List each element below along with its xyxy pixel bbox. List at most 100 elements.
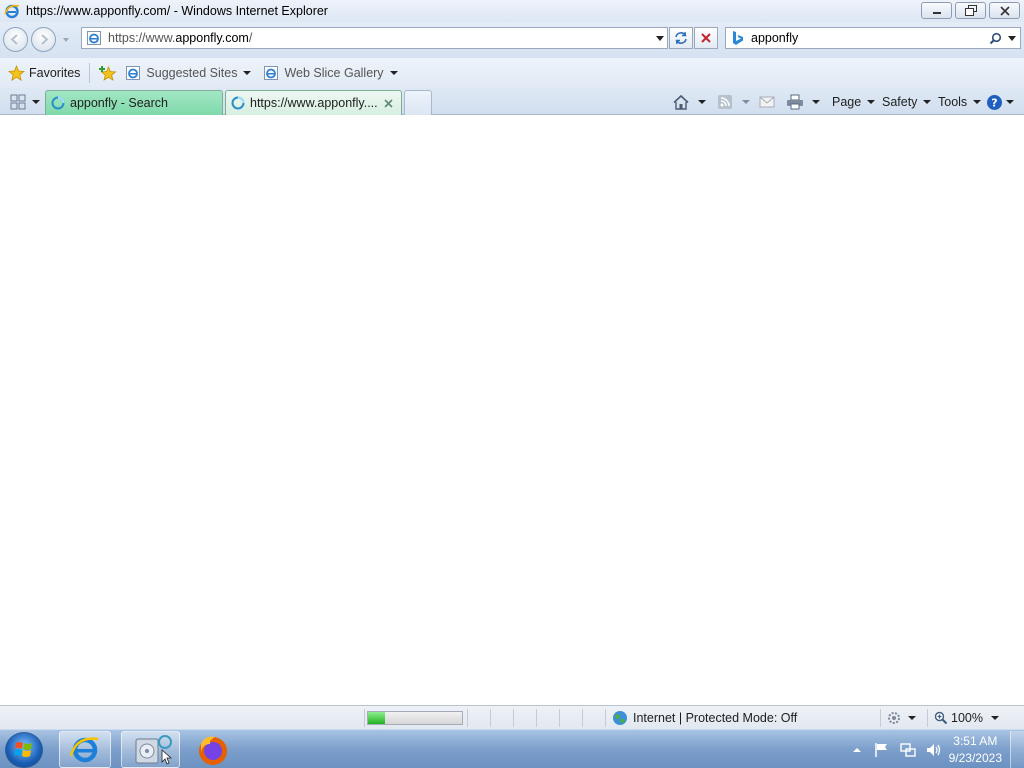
page-ie-icon [264,66,279,80]
close-window-button[interactable] [989,2,1020,19]
chevron-down-icon[interactable] [32,98,40,106]
show-hidden-icons-icon[interactable] [849,742,865,758]
help-button[interactable]: ? [986,91,1014,113]
taskbar: 3:51 AM 9/23/2023 [0,729,1024,768]
address-dropdown[interactable] [653,28,667,48]
search-box[interactable]: apponfly [725,27,1021,49]
search-input[interactable]: apponfly [751,31,986,45]
security-zone-text: Internet | Protected Mode: Off [633,711,798,725]
quick-tabs-button[interactable] [6,91,44,113]
safety-menu-button[interactable]: Safety [882,91,932,113]
status-divider [513,709,514,727]
quick-tabs-grid-icon [10,94,26,110]
status-divider [490,709,491,727]
status-divider [364,709,365,727]
zoom-level-button[interactable]: 100% [934,709,983,727]
title-bar: https://www.apponfly.com/ - Windows Inte… [0,0,1024,22]
favorites-button[interactable]: Favorites [4,61,84,85]
favorites-separator [89,63,91,83]
search-icon [989,32,1001,44]
close-tab-button[interactable] [381,96,395,110]
taskbar-firefox[interactable] [195,732,231,768]
clock-time: 3:51 AM [953,733,998,748]
recent-pages-dropdown-icon[interactable] [60,34,72,46]
zoom-dropdown[interactable] [990,709,1000,727]
url-text[interactable]: https://www.apponfly.com/ [108,31,653,45]
chevron-down-icon [923,100,932,104]
page-load-progress-bar [367,711,463,725]
action-center-flag-icon[interactable] [873,741,891,759]
status-divider [927,709,928,727]
status-divider [880,709,881,727]
network-icon[interactable] [899,741,917,759]
page-menu-button[interactable]: Page [832,91,876,113]
help-icon: ? [987,94,1002,110]
show-desktop-button[interactable] [1010,731,1024,768]
page-content[interactable] [0,116,1024,705]
back-arrow-icon [10,34,18,45]
taskbar-clock[interactable]: 3:51 AM 9/23/2023 [949,733,1002,767]
restore-button[interactable] [955,2,986,19]
status-divider [582,709,583,727]
chevron-down-icon[interactable] [742,98,750,106]
chevron-down-icon [389,71,398,75]
start-button[interactable] [5,732,43,768]
system-tray: 3:51 AM 9/23/2023 [849,730,1024,768]
navigation-bar: https://www.apponfly.com/ apponfly [0,22,1024,58]
new-tab-button[interactable] [404,90,432,115]
home-button[interactable] [672,91,706,113]
back-button[interactable] [3,27,28,52]
installer-cd-icon [135,735,173,765]
print-button[interactable] [786,91,820,113]
chevron-down-icon [973,100,982,104]
chevron-down-icon [991,716,999,720]
web-slice-gallery-button[interactable]: Web Slice Gallery [259,61,401,85]
rss-feed-icon [718,95,732,109]
search-options-dropdown[interactable] [1004,29,1020,47]
window-title: https://www.apponfly.com/ - Windows Inte… [26,4,328,18]
refresh-button[interactable] [669,27,693,49]
add-to-favorites-bar-button[interactable] [95,61,121,85]
web-slice-gallery-label: Web Slice Gallery [284,66,384,80]
tab-apponfly-active[interactable]: https://www.apponfly.... [225,90,402,115]
favorites-label: Favorites [29,66,81,80]
chevron-down-icon[interactable] [908,714,916,722]
change-status-bar-settings-button[interactable] [886,709,916,727]
tab-apponfly-search[interactable]: apponfly - Search [45,90,223,115]
favorites-bar: Favorites Suggested Sites Web Slice Gall… [0,58,1024,88]
status-divider [467,709,468,727]
globe-icon [613,711,627,725]
chevron-down-icon [243,71,252,75]
clock-date: 9/23/2023 [948,750,1002,765]
tools-menu-label: Tools [938,95,968,109]
search-button[interactable] [986,29,1004,47]
windows-logo-icon [14,742,32,757]
close-icon [999,5,1010,16]
svg-text:?: ? [991,96,997,109]
restore-icon [964,5,977,16]
address-bar[interactable]: https://www.apponfly.com/ [81,27,668,49]
loading-circle-icon [231,96,245,110]
page-menu-label: Page [832,95,862,109]
stop-button[interactable] [694,27,718,49]
status-divider [536,709,537,727]
taskbar-installer-app[interactable] [121,731,180,768]
zoom-level-text: 100% [951,711,983,725]
firefox-icon [199,736,227,765]
bing-icon [733,31,743,45]
progress-fill [368,712,385,724]
feeds-button[interactable] [717,91,750,113]
volume-icon[interactable] [925,741,943,759]
tools-menu-button[interactable]: Tools [938,91,982,113]
minimize-button[interactable] [921,2,952,19]
suggested-sites-button[interactable]: Suggested Sites [121,61,255,85]
page-ie-icon [126,66,141,80]
forward-button[interactable] [31,27,56,52]
printer-icon [787,94,803,110]
chevron-down-icon[interactable] [698,98,706,106]
refresh-icon [675,31,687,45]
chevron-down-icon[interactable] [812,98,820,106]
security-zone[interactable]: Internet | Protected Mode: Off [612,709,797,727]
taskbar-internet-explorer[interactable] [59,731,111,768]
read-mail-button[interactable] [759,91,775,113]
